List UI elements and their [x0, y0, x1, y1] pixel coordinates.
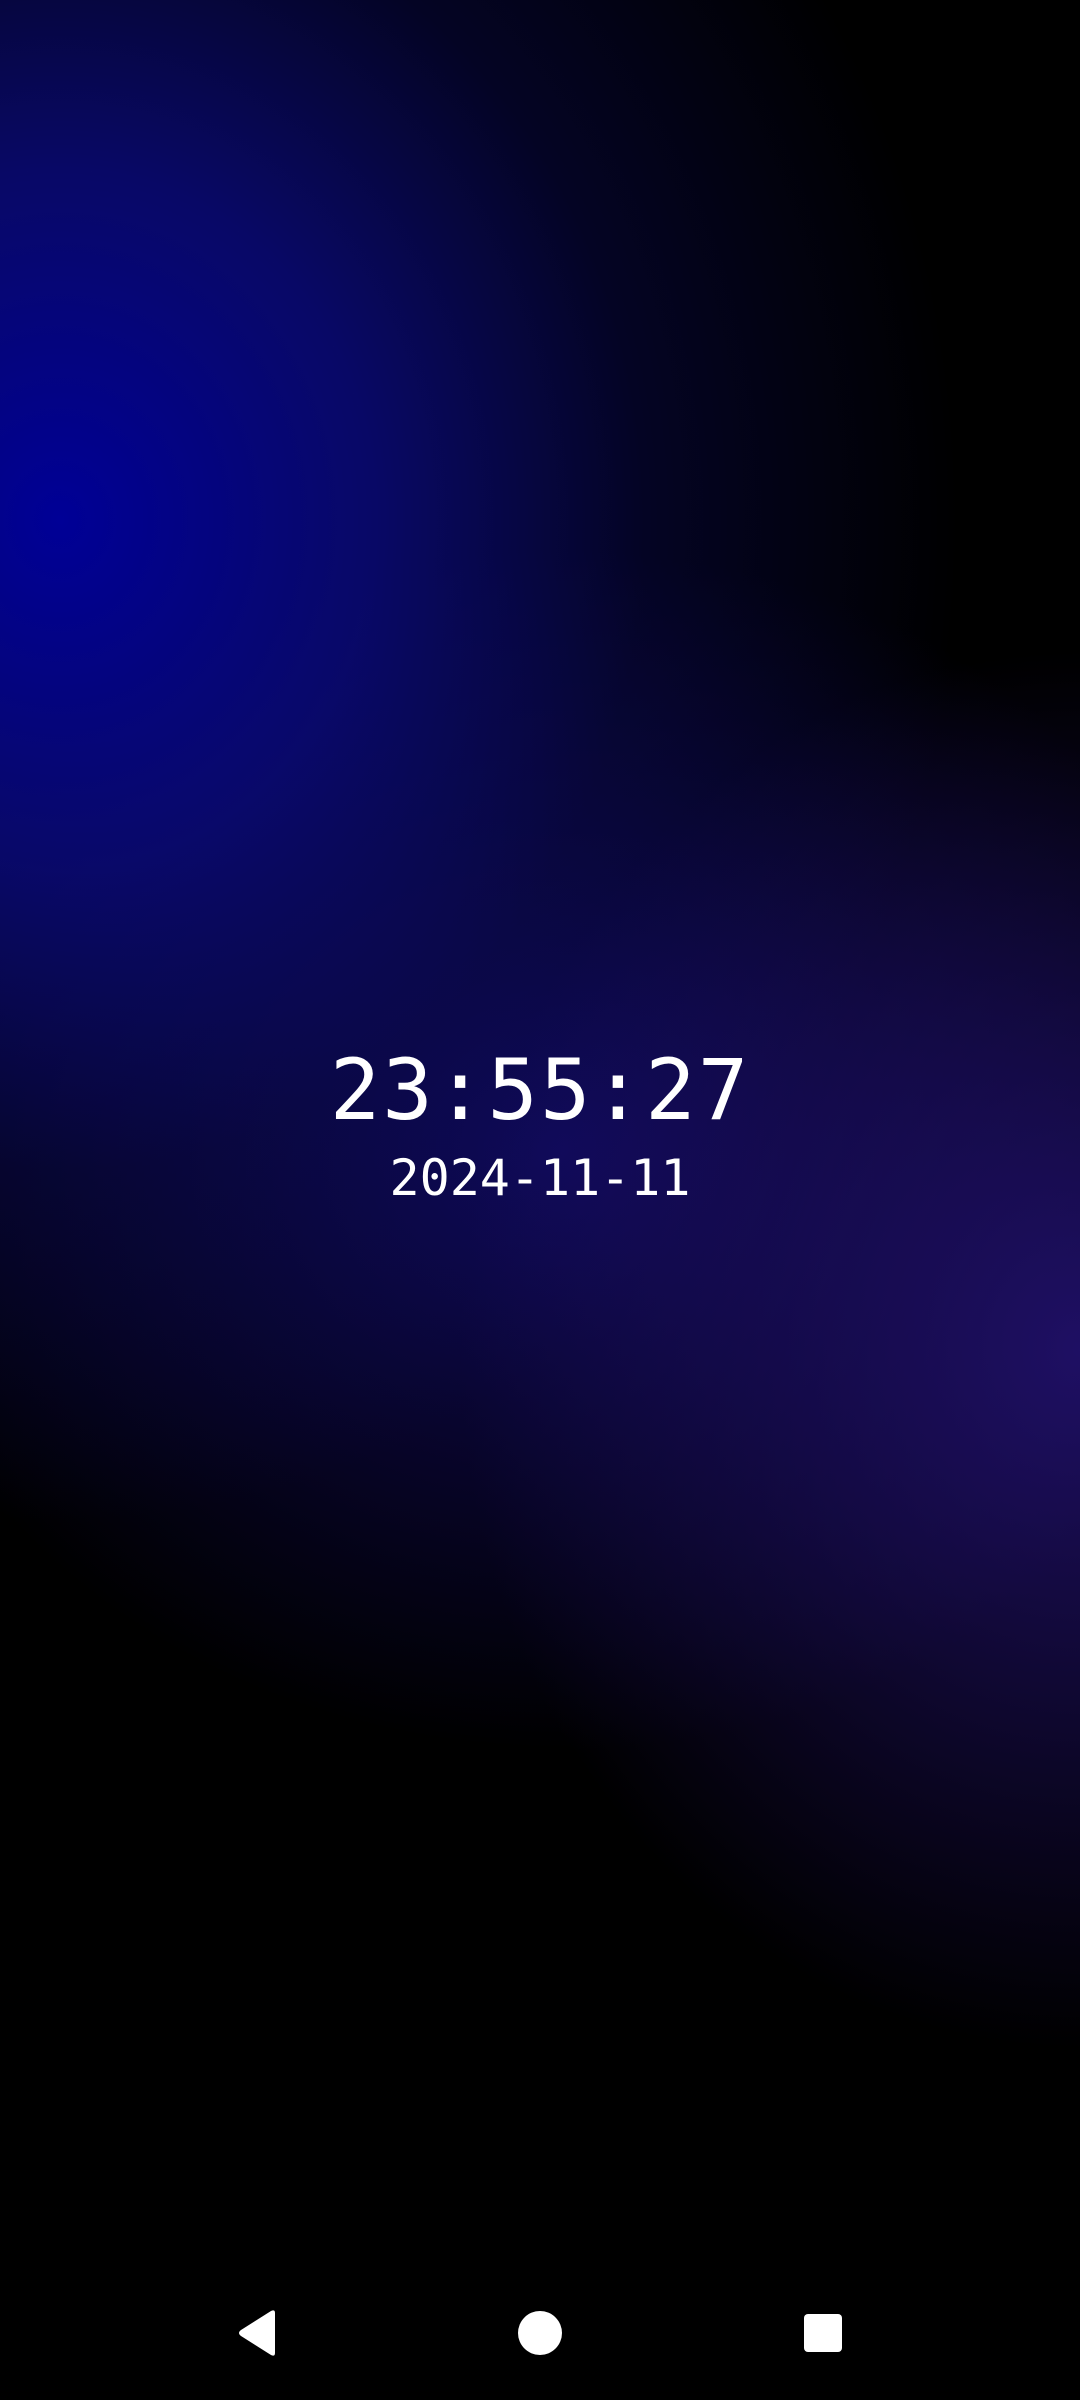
home-circle-icon [518, 2311, 562, 2355]
recents-square-icon [804, 2314, 842, 2352]
navigation-bar [0, 2270, 1080, 2400]
back-button[interactable] [212, 2288, 302, 2378]
screen: 23:55:27 2024-11-11 [0, 0, 1080, 2400]
clock-widget: 23:55:27 2024-11-11 [0, 1040, 1080, 1210]
home-button[interactable] [495, 2288, 585, 2378]
clock-time: 23:55:27 [329, 1041, 751, 1139]
back-triangle-icon [239, 2310, 275, 2356]
clock-date: 2024-11-11 [389, 1149, 691, 1207]
recents-button[interactable] [778, 2288, 868, 2378]
